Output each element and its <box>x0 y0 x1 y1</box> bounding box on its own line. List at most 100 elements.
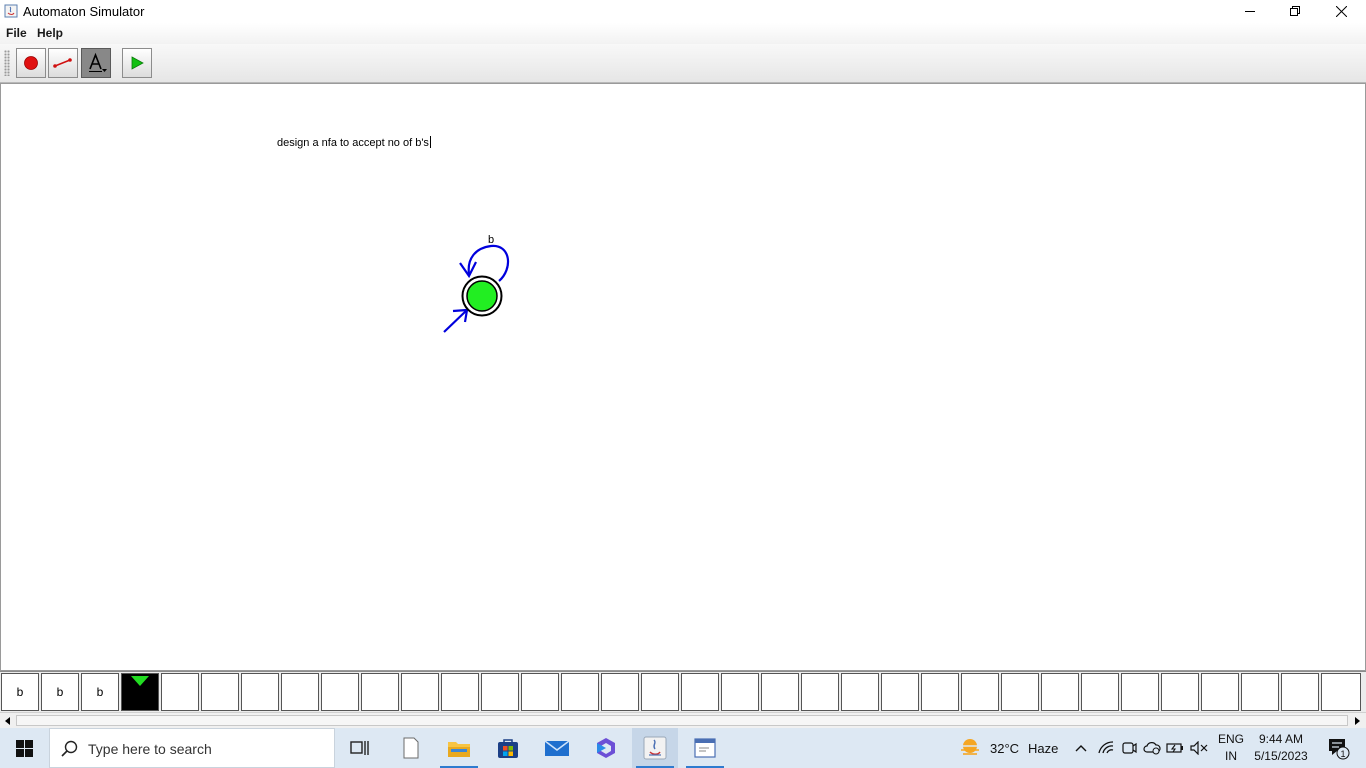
tape-cell[interactable] <box>241 673 279 711</box>
tape-cell[interactable] <box>681 673 719 711</box>
tape-cell[interactable] <box>1321 673 1361 711</box>
java-icon <box>643 736 667 760</box>
chevron-up-icon <box>1075 745 1087 752</box>
tape-cell[interactable] <box>601 673 639 711</box>
onedrive-button[interactable] <box>1141 728 1163 768</box>
weather-temperature[interactable]: 32°C <box>990 741 1019 756</box>
tape-cell[interactable] <box>561 673 599 711</box>
clock-date[interactable]: 5/15/2023 <box>1250 749 1312 763</box>
notepad-taskbar-button[interactable] <box>388 728 434 768</box>
tape-cell[interactable]: b <box>41 673 79 711</box>
tape-cell[interactable] <box>1161 673 1199 711</box>
state-q0[interactable] <box>466 280 498 312</box>
microsoft-365-taskbar-button[interactable] <box>583 728 629 768</box>
tape-cell[interactable] <box>721 673 759 711</box>
taskbar-search-box[interactable]: Type here to search <box>49 728 335 768</box>
tape-cell[interactable] <box>161 673 199 711</box>
tape-cell[interactable] <box>201 673 239 711</box>
meet-now-button[interactable] <box>1118 728 1140 768</box>
microsoft-store-taskbar-button[interactable] <box>485 728 531 768</box>
tape-cell[interactable] <box>481 673 519 711</box>
tape-cell[interactable] <box>1081 673 1119 711</box>
network-button[interactable] <box>1095 728 1117 768</box>
java-app-taskbar-button[interactable] <box>632 728 678 768</box>
tape-cell[interactable] <box>1201 673 1239 711</box>
search-icon <box>61 740 78 757</box>
task-view-button[interactable] <box>337 728 383 768</box>
tape-cell[interactable] <box>1041 673 1079 711</box>
file-explorer-taskbar-button[interactable] <box>436 728 482 768</box>
tape-cell[interactable] <box>641 673 679 711</box>
volume-button[interactable] <box>1187 728 1211 768</box>
start-arrow <box>443 309 468 333</box>
close-icon <box>1335 6 1347 17</box>
automaton-canvas[interactable]: design a nfa to accept no of b's b <box>0 83 1366 671</box>
store-icon <box>498 739 518 758</box>
tape-cell[interactable] <box>1241 673 1279 711</box>
language-region[interactable]: IN <box>1216 749 1246 763</box>
tape-cell[interactable] <box>761 673 799 711</box>
tape-head-cell[interactable] <box>121 673 159 711</box>
tape-symbol: b <box>16 685 24 699</box>
menu-help[interactable]: Help <box>37 26 63 40</box>
tape-cell[interactable] <box>841 673 879 711</box>
transition-tool-button[interactable] <box>48 48 78 78</box>
toolbar-grip[interactable] <box>4 50 10 76</box>
task-view-icon <box>350 741 369 755</box>
text-tool-button[interactable] <box>81 48 111 78</box>
office-hub-icon <box>597 738 615 758</box>
tape-cell[interactable] <box>361 673 399 711</box>
input-tape: b b b <box>0 671 1366 712</box>
tape-cell[interactable] <box>1281 673 1319 711</box>
start-button[interactable] <box>0 728 48 768</box>
close-button[interactable] <box>1318 0 1364 23</box>
tape-cell[interactable] <box>961 673 999 711</box>
battery-charging-icon <box>1166 743 1183 753</box>
cloud-sync-icon <box>1143 742 1161 755</box>
scroll-thumb[interactable] <box>16 715 1348 726</box>
weather-widget[interactable] <box>955 728 985 768</box>
search-placeholder: Type here to search <box>88 741 212 757</box>
mail-icon <box>544 740 570 756</box>
notification-count: 1 <box>1340 749 1345 759</box>
battery-button[interactable] <box>1164 728 1186 768</box>
title-bar: Automaton Simulator <box>0 0 1366 23</box>
tape-cell[interactable] <box>1121 673 1159 711</box>
text-a-icon <box>89 52 107 72</box>
scroll-left-button[interactable] <box>0 713 15 728</box>
tape-cell[interactable] <box>921 673 959 711</box>
tape-cell[interactable]: b <box>81 673 119 711</box>
scroll-right-button[interactable] <box>1350 713 1365 728</box>
show-hidden-icons-button[interactable] <box>1070 728 1092 768</box>
tape-cell[interactable] <box>401 673 439 711</box>
minimize-button[interactable] <box>1227 0 1273 23</box>
tape-cell[interactable] <box>441 673 479 711</box>
mail-taskbar-button[interactable] <box>534 728 580 768</box>
automaton-window-taskbar-button[interactable] <box>682 728 728 768</box>
haze-weather-icon <box>960 739 980 755</box>
folder-icon <box>448 742 470 757</box>
tape-cell[interactable] <box>281 673 319 711</box>
run-tool-button[interactable] <box>122 48 152 78</box>
restore-button[interactable] <box>1272 0 1318 23</box>
tape-cell[interactable] <box>801 673 839 711</box>
menu-file[interactable]: File <box>6 26 27 40</box>
wifi-icon <box>1098 741 1114 754</box>
state-tool-button[interactable] <box>16 48 46 78</box>
tape-cell[interactable]: b <box>1 673 39 711</box>
transition-label[interactable]: b <box>488 234 494 246</box>
tape-cell[interactable] <box>321 673 359 711</box>
notification-center-button[interactable]: 1 <box>1318 728 1358 768</box>
tape-cell[interactable] <box>1001 673 1039 711</box>
tape-cell[interactable] <box>521 673 559 711</box>
toolbar <box>0 44 1366 83</box>
language-code[interactable]: ENG <box>1216 732 1246 746</box>
automaton-diagram: b <box>443 234 509 333</box>
webcam-icon <box>1122 742 1137 754</box>
tape-cell[interactable] <box>881 673 919 711</box>
horizontal-scrollbar[interactable] <box>0 712 1366 728</box>
volume-muted-icon <box>1190 741 1208 755</box>
clock-time[interactable]: 9:44 AM <box>1250 732 1312 746</box>
weather-condition[interactable]: Haze <box>1028 741 1058 756</box>
menu-bar: File Help <box>0 23 1366 44</box>
